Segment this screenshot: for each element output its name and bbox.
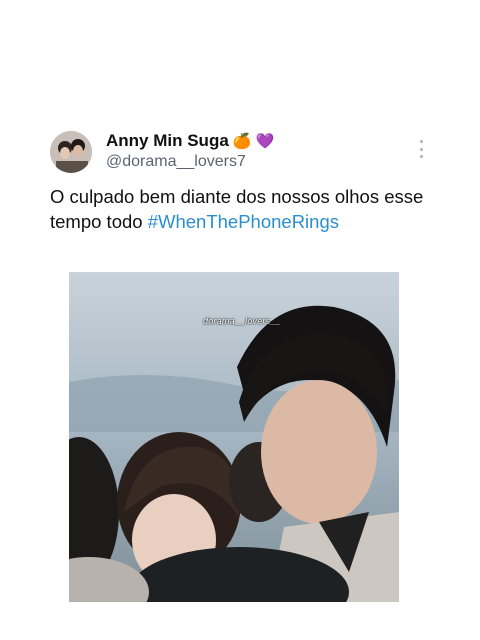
purple-heart-emoji: 💜 (255, 132, 275, 150)
tweet-media[interactable]: dorama__lovers__ (69, 272, 399, 602)
hashtag-link[interactable]: #WhenThePhoneRings (148, 211, 339, 232)
tweet-text: O culpado bem diante dos nossos olhos es… (50, 184, 440, 234)
tangerine-emoji: 🍊 (232, 132, 252, 150)
more-vertical-icon[interactable] (418, 140, 424, 158)
avatar-image (50, 131, 92, 173)
video-watermark: dorama__lovers__ (203, 316, 281, 326)
user-handle[interactable]: @dorama__lovers7 (106, 153, 246, 171)
avatar[interactable] (50, 131, 92, 173)
display-name[interactable]: Anny Min Suga (106, 131, 229, 151)
tweet-header: Anny Min Suga 🍊 💜 @dorama__lovers7 (50, 128, 440, 178)
display-name-row[interactable]: Anny Min Suga 🍊 💜 (106, 131, 274, 151)
